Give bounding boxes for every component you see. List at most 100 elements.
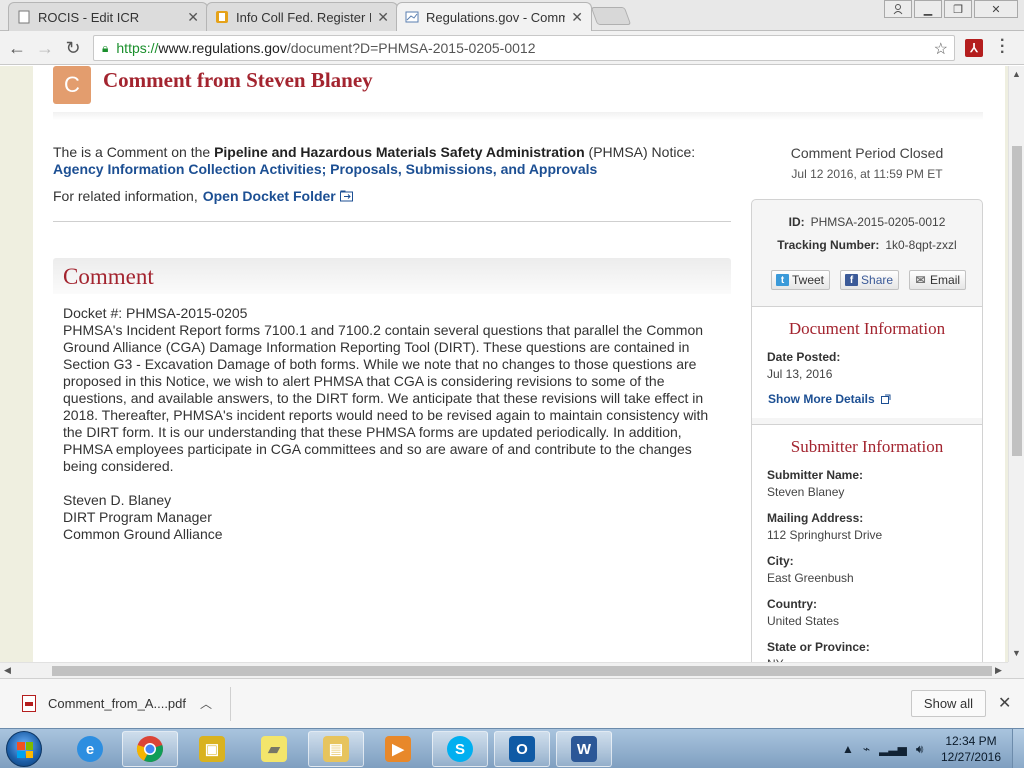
related-prefix: For related information,: [53, 188, 198, 204]
word-taskbar[interactable]: W: [556, 731, 612, 767]
agency-name: Pipeline and Hazardous Materials Safety …: [214, 144, 585, 160]
field-label: Mailing Address:: [767, 511, 864, 525]
show-more-details-link[interactable]: Show More Details: [752, 392, 982, 406]
folder-arrow-icon[interactable]: [339, 190, 354, 202]
volume-icon[interactable]: 🔊︎: [916, 742, 924, 757]
skype-icon: S: [447, 736, 473, 762]
user-icon[interactable]: [884, 0, 912, 18]
scroll-right-icon[interactable]: ▶: [995, 665, 1002, 676]
network-plug-icon[interactable]: ⌁: [863, 742, 870, 756]
country-field: Country: United States: [752, 596, 982, 630]
vertical-scrollbar[interactable]: ▲ ▼: [1008, 66, 1024, 662]
field-value: East Greenbush: [767, 571, 854, 585]
id-value: PHMSA-2015-0205-0012: [810, 215, 946, 229]
download-item[interactable]: Comment_from_A....pdf: [22, 695, 186, 712]
title-divider: [53, 112, 983, 120]
windows-logo-icon: [17, 742, 33, 758]
url-path: /document?D=PHMSA-2015-0205-0012: [286, 40, 536, 56]
submitter-name-field: Submitter Name: Steven Blaney: [752, 467, 982, 501]
taskbar-clock[interactable]: 12:34 PM 12/27/2016: [935, 733, 1007, 765]
notice-link[interactable]: Agency Information Collection Activities…: [53, 161, 597, 177]
skype-taskbar[interactable]: S: [432, 731, 488, 767]
comment-period-status: Comment Period Closed: [790, 145, 944, 161]
start-button[interactable]: [6, 731, 42, 767]
envelope-icon: ✉: [915, 273, 926, 287]
close-tab-icon[interactable]: ✕: [187, 9, 199, 26]
file-explorer-taskbar[interactable]: ▤: [308, 731, 364, 767]
word-icon: W: [571, 736, 597, 762]
reload-icon[interactable]: ↻: [62, 37, 84, 59]
agency-notice: (PHMSA) Notice:: [584, 144, 696, 160]
field-value: Jul 13, 2016: [767, 367, 833, 381]
close-shelf-icon[interactable]: ✕: [998, 693, 1011, 713]
security-app-taskbar[interactable]: ▣: [184, 731, 240, 767]
show-hidden-icons-icon[interactable]: ▲: [842, 742, 854, 756]
field-value: Steven Blaney: [767, 485, 845, 499]
restore-icon[interactable]: ❐: [944, 0, 972, 18]
show-desktop-button[interactable]: [1012, 729, 1024, 768]
tweet-label: Tweet: [792, 273, 825, 287]
intro-prefix: The is a Comment on the: [53, 144, 215, 160]
new-tab-button[interactable]: [590, 7, 632, 25]
field-value: United States: [767, 614, 840, 628]
scroll-down-icon[interactable]: ▼: [1012, 648, 1021, 658]
menu-kebab-icon[interactable]: · · ·: [1000, 33, 1005, 61]
document-information-heading: Document Information: [788, 319, 946, 338]
submitter-information-heading: Submitter Information: [790, 437, 944, 456]
browser-tab-strip: ROCIS - Edit ICR ✕ Info Coll Fed. Regist…: [0, 0, 1024, 31]
scroll-left-icon[interactable]: ◀: [4, 665, 11, 676]
outlook-taskbar[interactable]: O: [494, 731, 550, 767]
email-button[interactable]: ✉ Email: [909, 270, 967, 290]
facebook-share-button[interactable]: f Share: [840, 270, 900, 290]
comment-body: Docket #: PHMSA-2015-0205 PHMSA's Incide…: [63, 305, 723, 543]
field-value: 112 Springhurst Drive: [767, 528, 883, 542]
minimize-icon[interactable]: ▁: [914, 0, 942, 18]
open-docket-folder-link[interactable]: Open Docket Folder: [203, 188, 336, 204]
padlock-icon: ▣: [199, 736, 225, 762]
media-player-taskbar[interactable]: ▶: [370, 731, 426, 767]
tab-rocis[interactable]: ROCIS - Edit ICR ✕: [8, 2, 208, 31]
show-all-button[interactable]: Show all: [911, 690, 986, 717]
pdf-extension-icon[interactable]: ⅄: [965, 39, 983, 57]
id-label: ID:: [788, 215, 805, 229]
vertical-scroll-thumb[interactable]: [1012, 146, 1022, 456]
forward-arrow-icon[interactable]: →: [34, 37, 56, 59]
clock-date: 12/27/2016: [940, 750, 1002, 764]
tab-regulations[interactable]: Regulations.gov - Comm ✕: [396, 2, 592, 31]
sticky-notes-icon: ▰: [261, 736, 287, 762]
tweet-button[interactable]: t Tweet: [771, 270, 831, 290]
signature-title: DIRT Program Manager: [63, 509, 212, 525]
scrollbar-corner: [1008, 662, 1024, 678]
lock-icon: 🔒︎: [102, 40, 109, 55]
system-tray: ▲ ⌁ ▂▃▅ 🔊︎: [842, 729, 932, 768]
scroll-up-icon[interactable]: ▲: [1012, 69, 1021, 79]
horizontal-scroll-thumb[interactable]: [52, 666, 992, 676]
tab-info-coll[interactable]: Info Coll Fed. Register No ✕: [206, 2, 398, 31]
signal-bars-icon[interactable]: ▂▃▅: [879, 742, 907, 756]
submitter-information-panel: Submitter Information Submitter Name: St…: [752, 424, 982, 662]
downloads-shelf: Comment_from_A....pdf ︿ Show all ✕: [0, 678, 1024, 728]
sticky-notes-taskbar[interactable]: ▰: [246, 731, 302, 767]
horizontal-scrollbar[interactable]: ◀ ▶: [0, 662, 1008, 678]
window-close-icon[interactable]: ✕: [974, 0, 1018, 18]
mailing-address-field: Mailing Address: 112 Springhurst Drive: [752, 510, 982, 544]
clock-time: 12:34 PM: [945, 734, 997, 748]
tab-title: Info Coll Fed. Register No: [236, 9, 372, 25]
chrome-taskbar[interactable]: [122, 731, 178, 767]
share-label: Share: [861, 273, 894, 287]
back-arrow-icon[interactable]: ←: [6, 37, 28, 59]
field-label: Submitter Name:: [767, 468, 864, 482]
internet-explorer-taskbar[interactable]: e: [62, 731, 118, 767]
url-domain: www.regulations.gov: [158, 40, 287, 56]
browser-toolbar: ← → ↻ 🔒︎ https:// www.regulations.gov /d…: [0, 31, 1024, 65]
chevron-up-icon[interactable]: ︿: [200, 695, 212, 712]
address-bar[interactable]: 🔒︎ https:// www.regulations.gov /documen…: [93, 35, 955, 61]
bookmark-star-icon[interactable]: ☆: [934, 39, 948, 59]
close-tab-icon[interactable]: ✕: [377, 9, 389, 26]
tracking-number: Tracking Number: 1k0-8qpt-zxzl: [752, 238, 982, 252]
docket-number: Docket #: PHMSA-2015-0205: [63, 305, 248, 321]
intro-text: The is a Comment on the Pipeline and Haz…: [53, 144, 733, 178]
close-tab-icon[interactable]: ✕: [571, 9, 583, 26]
field-label: Country:: [767, 597, 817, 611]
